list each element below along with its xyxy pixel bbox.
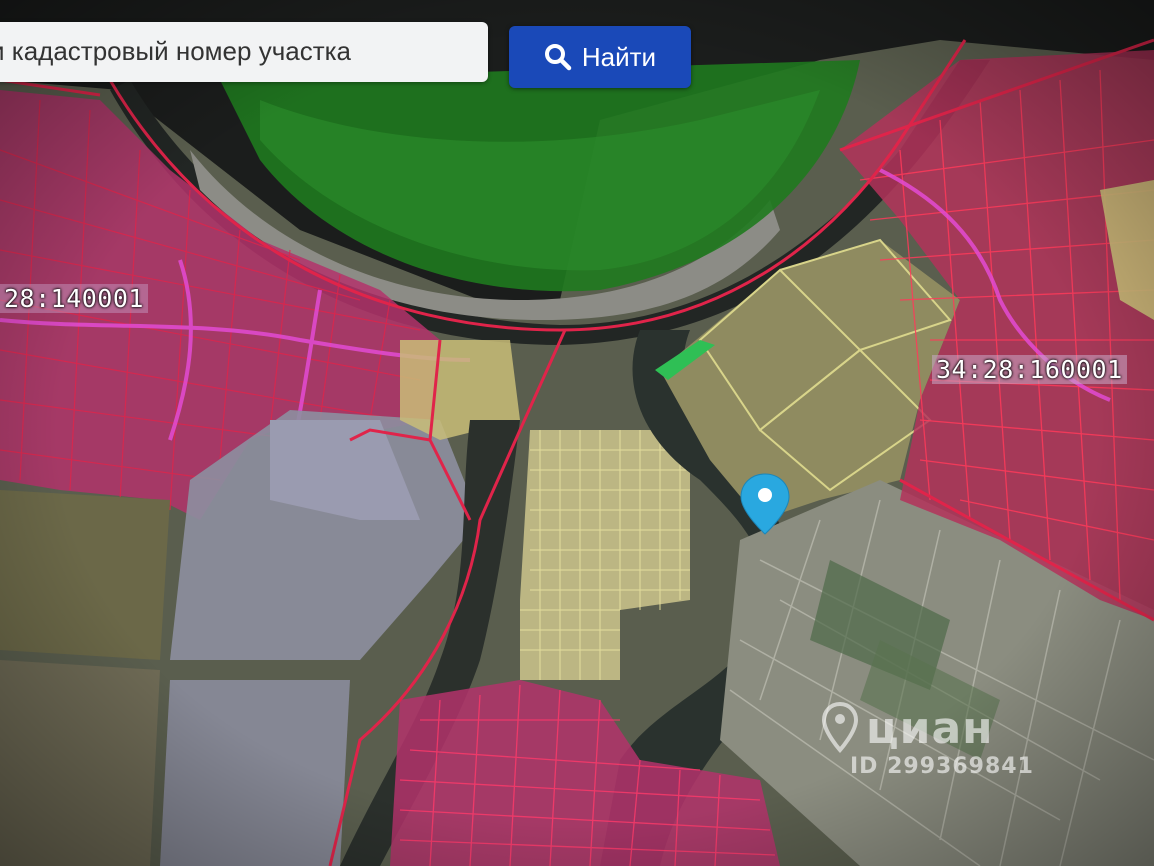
cadastral-quarter-label-left[interactable]: 28:140001 <box>0 284 148 313</box>
listing-id: ID 299369841 <box>850 754 1034 779</box>
cian-watermark: циан ID 299369841 <box>820 700 1034 779</box>
search-icon <box>544 44 572 71</box>
find-button[interactable]: Найти <box>509 26 691 88</box>
cian-pin-icon <box>821 701 859 754</box>
cadastral-quarter-label-right[interactable]: 34:28:160001 <box>932 355 1127 384</box>
cian-brand-text: циан <box>866 702 994 754</box>
map-screen: и кадастровый номер участка Найти 28:140… <box>0 0 1154 866</box>
find-button-label: Найти <box>581 41 657 72</box>
search-input-value: и кадастровый номер участка <box>0 36 352 66</box>
cadastral-search-input[interactable]: и кадастровый номер участка <box>0 22 488 82</box>
map-pin-icon[interactable] <box>739 472 791 543</box>
